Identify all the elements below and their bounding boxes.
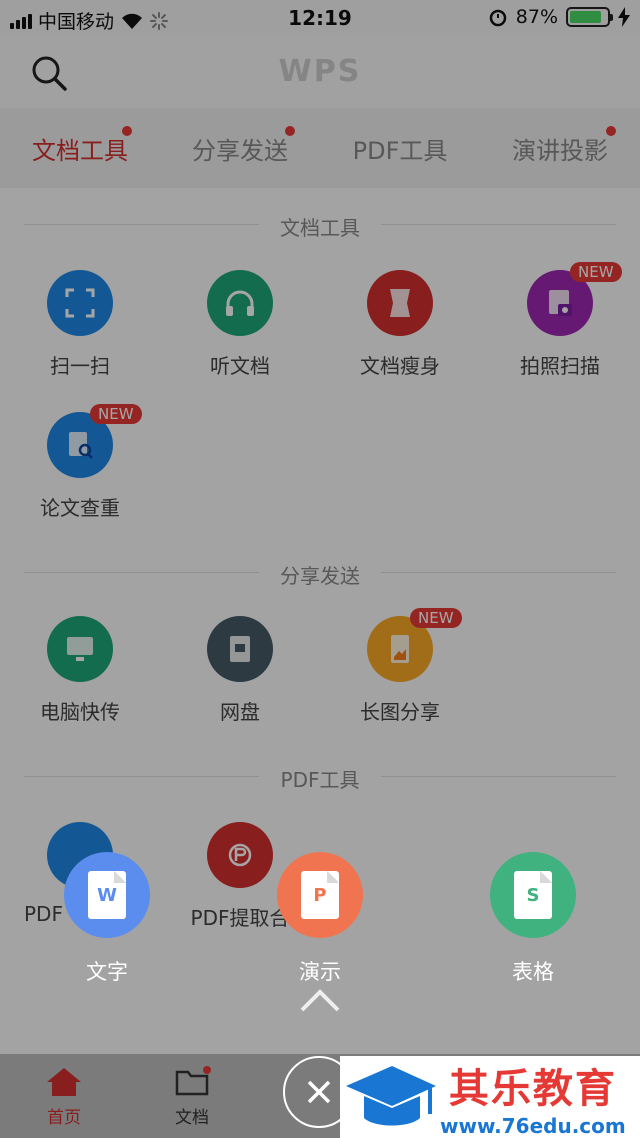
create-label: 文字 bbox=[86, 960, 128, 984]
watermark-url: www.76edu.com bbox=[440, 1114, 626, 1138]
create-presentation-button[interactable]: P 演示 bbox=[250, 852, 390, 986]
create-label: 演示 bbox=[299, 960, 341, 984]
presentation-icon: P bbox=[277, 852, 363, 938]
create-spreadsheet-button[interactable]: S 表格 bbox=[463, 852, 603, 986]
close-icon bbox=[307, 1080, 331, 1104]
spreadsheet-icon: S bbox=[490, 852, 576, 938]
create-writer-button[interactable]: W 文字 bbox=[37, 852, 177, 986]
watermark: 其乐教育 www.76edu.com bbox=[340, 1056, 640, 1138]
graduation-cap-logo bbox=[346, 1066, 436, 1126]
watermark-brand: 其乐教育 bbox=[448, 1066, 617, 1112]
chevron-up-icon[interactable] bbox=[298, 986, 342, 1014]
create-label: 表格 bbox=[512, 960, 554, 984]
writer-icon: W bbox=[64, 852, 150, 938]
